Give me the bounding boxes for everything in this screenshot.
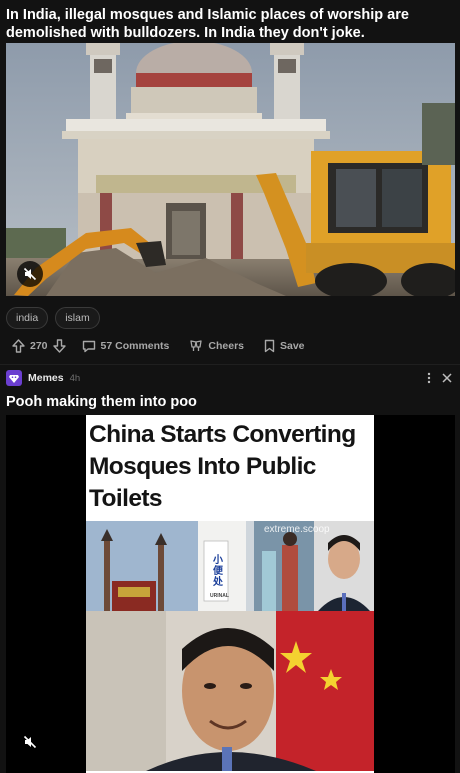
post-age: 4h — [69, 372, 81, 384]
speaker-muted-icon — [23, 735, 37, 749]
save-button[interactable]: Save — [264, 339, 305, 353]
tag-india[interactable]: india — [6, 307, 49, 329]
community-avatar[interactable] — [6, 370, 22, 386]
image-watermark: extreme.scoop — [264, 524, 330, 535]
cheers-icon — [190, 340, 203, 351]
save-label: Save — [280, 340, 305, 352]
post-title[interactable]: Pooh making them into poo — [6, 393, 197, 411]
meme-collage — [86, 521, 374, 771]
post-divider — [0, 364, 460, 365]
mute-button[interactable] — [17, 729, 43, 755]
tag-list: india islam — [6, 307, 100, 329]
cheers-label: Cheers — [208, 340, 244, 352]
toilet-sign-text: 小便处 — [213, 555, 223, 588]
arrow-down-icon[interactable] — [52, 339, 66, 353]
video-frame — [6, 43, 455, 296]
more-vertical-icon[interactable] — [427, 372, 431, 384]
tag-islam[interactable]: islam — [55, 307, 100, 329]
comments-button[interactable]: 57 Comments — [82, 340, 170, 353]
community-name[interactable]: Memes — [28, 372, 64, 384]
post-title[interactable]: In India, illegal mosques and Islamic pl… — [6, 6, 456, 42]
bookmark-icon — [264, 339, 275, 353]
meme-image: China Starts Converting Mosques Into Pub… — [86, 415, 374, 773]
close-icon[interactable] — [442, 373, 452, 383]
mute-button[interactable] — [17, 261, 43, 287]
upvote-count: 270 — [30, 340, 48, 352]
post-video[interactable] — [6, 43, 455, 296]
toilet-sign-caption: URINAL — [210, 593, 229, 599]
post-actions: 270 57 Comments Cheers Save — [12, 337, 305, 355]
post-header-actions — [427, 370, 452, 386]
diamond-face-icon — [9, 375, 19, 383]
comments-label: 57 Comments — [100, 340, 170, 352]
post-video[interactable]: China Starts Converting Mosques Into Pub… — [6, 415, 455, 773]
arrow-up-icon[interactable] — [12, 339, 25, 353]
speaker-muted-icon — [23, 267, 37, 281]
cheers-button[interactable]: Cheers — [189, 339, 244, 353]
meme-headline: China Starts Converting Mosques Into Pub… — [89, 421, 356, 512]
comment-bubble-icon — [82, 340, 95, 352]
post-header: Memes 4h — [6, 370, 80, 386]
vote-group: 270 — [12, 339, 66, 353]
